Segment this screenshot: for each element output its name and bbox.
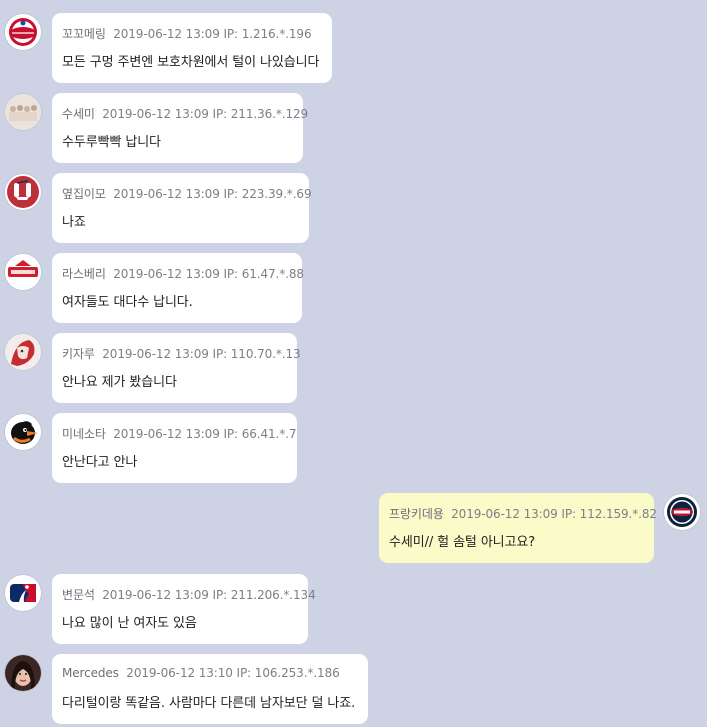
message-text: 여자들도 대다수 납니다. (62, 295, 193, 310)
message-meta: 라스베리 2019-06-12 13:09 IP: 61.47.*.88 (62, 265, 304, 282)
message-meta: 미네소타 2019-06-12 13:09 IP: 66.41.*.7 (62, 425, 297, 442)
message-text: 수두루빡빡 납니다 (62, 135, 161, 150)
message-bubble: 옆집이모 2019-06-12 13:09 IP: 223.39.*.69 나죠 (52, 173, 312, 243)
message-meta: 옆집이모 2019-06-12 13:09 IP: 223.39.*.69 (62, 185, 312, 202)
message-text: 나죠 (62, 215, 86, 230)
message-bubble: 키자루 2019-06-12 13:09 IP: 110.70.*.13 안나요… (52, 333, 301, 403)
mlb-logo-icon[interactable] (5, 575, 41, 611)
message-text: 모든 구멍 주변엔 보호차원에서 털이 나있습니다 (62, 55, 320, 70)
author-name[interactable]: 프랑키데용 (389, 507, 444, 521)
orioles-bird-icon[interactable] (5, 414, 41, 450)
author-name[interactable]: 키자루 (62, 347, 95, 361)
message-text: 안나요 제가 봤습니다 (62, 375, 177, 390)
author-name[interactable]: 변문석 (62, 588, 95, 602)
message-text: 다리털이랑 똑같음. 사람마다 다른데 남자보단 덜 나죠. (62, 696, 356, 711)
timestamp: 2019-06-12 13:09 (102, 107, 209, 121)
author-name[interactable]: 라스베리 (62, 267, 106, 281)
timestamp: 2019-06-12 13:09 (102, 347, 209, 361)
ip-address: IP: 223.39.*.69 (223, 187, 312, 201)
group-photo-icon[interactable] (5, 94, 41, 130)
ip-address: IP: 211.36.*.129 (212, 107, 309, 121)
author-name[interactable]: 수세미 (62, 107, 95, 121)
twins-logo-icon[interactable] (664, 494, 700, 530)
timestamp: 2019-06-12 13:10 (126, 666, 233, 680)
red-sox-logo-icon[interactable] (5, 174, 41, 210)
ip-address: IP: 1.216.*.196 (223, 27, 312, 41)
message-bubble: 라스베리 2019-06-12 13:09 IP: 61.47.*.88 여자들… (52, 253, 304, 323)
phillies-logo-icon[interactable] (5, 14, 41, 50)
ip-address: IP: 66.41.*.7 (223, 427, 297, 441)
message-meta: 프랑키데용 2019-06-12 13:09 IP: 112.159.*.82 (389, 505, 657, 522)
message-meta: Mercedes 2019-06-12 13:10 IP: 106.253.*.… (62, 666, 340, 680)
ip-address: IP: 112.159.*.82 (561, 507, 657, 521)
ip-address: IP: 106.253.*.186 (236, 666, 340, 680)
message-text: 수세미// 헐 솜털 아니고요? (389, 535, 536, 550)
message-meta: 꼬꼬메링 2019-06-12 13:09 IP: 1.216.*.196 (62, 25, 312, 42)
message-text: 나요 많이 난 여자도 있음 (62, 616, 197, 631)
message-bubble: 미네소타 2019-06-12 13:09 IP: 66.41.*.7 안난다고… (52, 413, 297, 483)
author-name[interactable]: 미네소타 (62, 427, 106, 441)
lanciers-logo-icon[interactable] (5, 254, 41, 290)
message-bubble: 변문석 2019-06-12 13:09 IP: 211.206.*.134 나… (52, 574, 316, 644)
character-avatar-icon[interactable] (5, 334, 41, 370)
ip-address: IP: 61.47.*.88 (223, 267, 304, 281)
timestamp: 2019-06-12 13:09 (113, 187, 220, 201)
timestamp: 2019-06-12 13:09 (102, 588, 209, 602)
woman-photo-icon[interactable] (5, 655, 41, 691)
message-meta: 수세미 2019-06-12 13:09 IP: 211.36.*.129 (62, 105, 308, 122)
ip-address: IP: 110.70.*.13 (212, 347, 301, 361)
timestamp: 2019-06-12 13:09 (113, 27, 220, 41)
author-name[interactable]: 꼬꼬메링 (62, 27, 106, 41)
ip-address: IP: 211.206.*.134 (212, 588, 316, 602)
message-bubble: 수세미 2019-06-12 13:09 IP: 211.36.*.129 수두… (52, 93, 308, 163)
message-bubble: Mercedes 2019-06-12 13:10 IP: 106.253.*.… (52, 654, 368, 724)
message-bubble: 프랑키데용 2019-06-12 13:09 IP: 112.159.*.82 … (379, 493, 657, 563)
timestamp: 2019-06-12 13:09 (451, 507, 558, 521)
message-meta: 키자루 2019-06-12 13:09 IP: 110.70.*.13 (62, 345, 301, 362)
message-bubble: 꼬꼬메링 2019-06-12 13:09 IP: 1.216.*.196 모든… (52, 13, 332, 83)
message-text: 안난다고 안나 (62, 455, 138, 470)
author-name[interactable]: Mercedes (62, 666, 119, 680)
author-name[interactable]: 옆집이모 (62, 187, 106, 201)
message-meta: 변문석 2019-06-12 13:09 IP: 211.206.*.134 (62, 586, 316, 603)
timestamp: 2019-06-12 13:09 (113, 427, 220, 441)
timestamp: 2019-06-12 13:09 (113, 267, 220, 281)
